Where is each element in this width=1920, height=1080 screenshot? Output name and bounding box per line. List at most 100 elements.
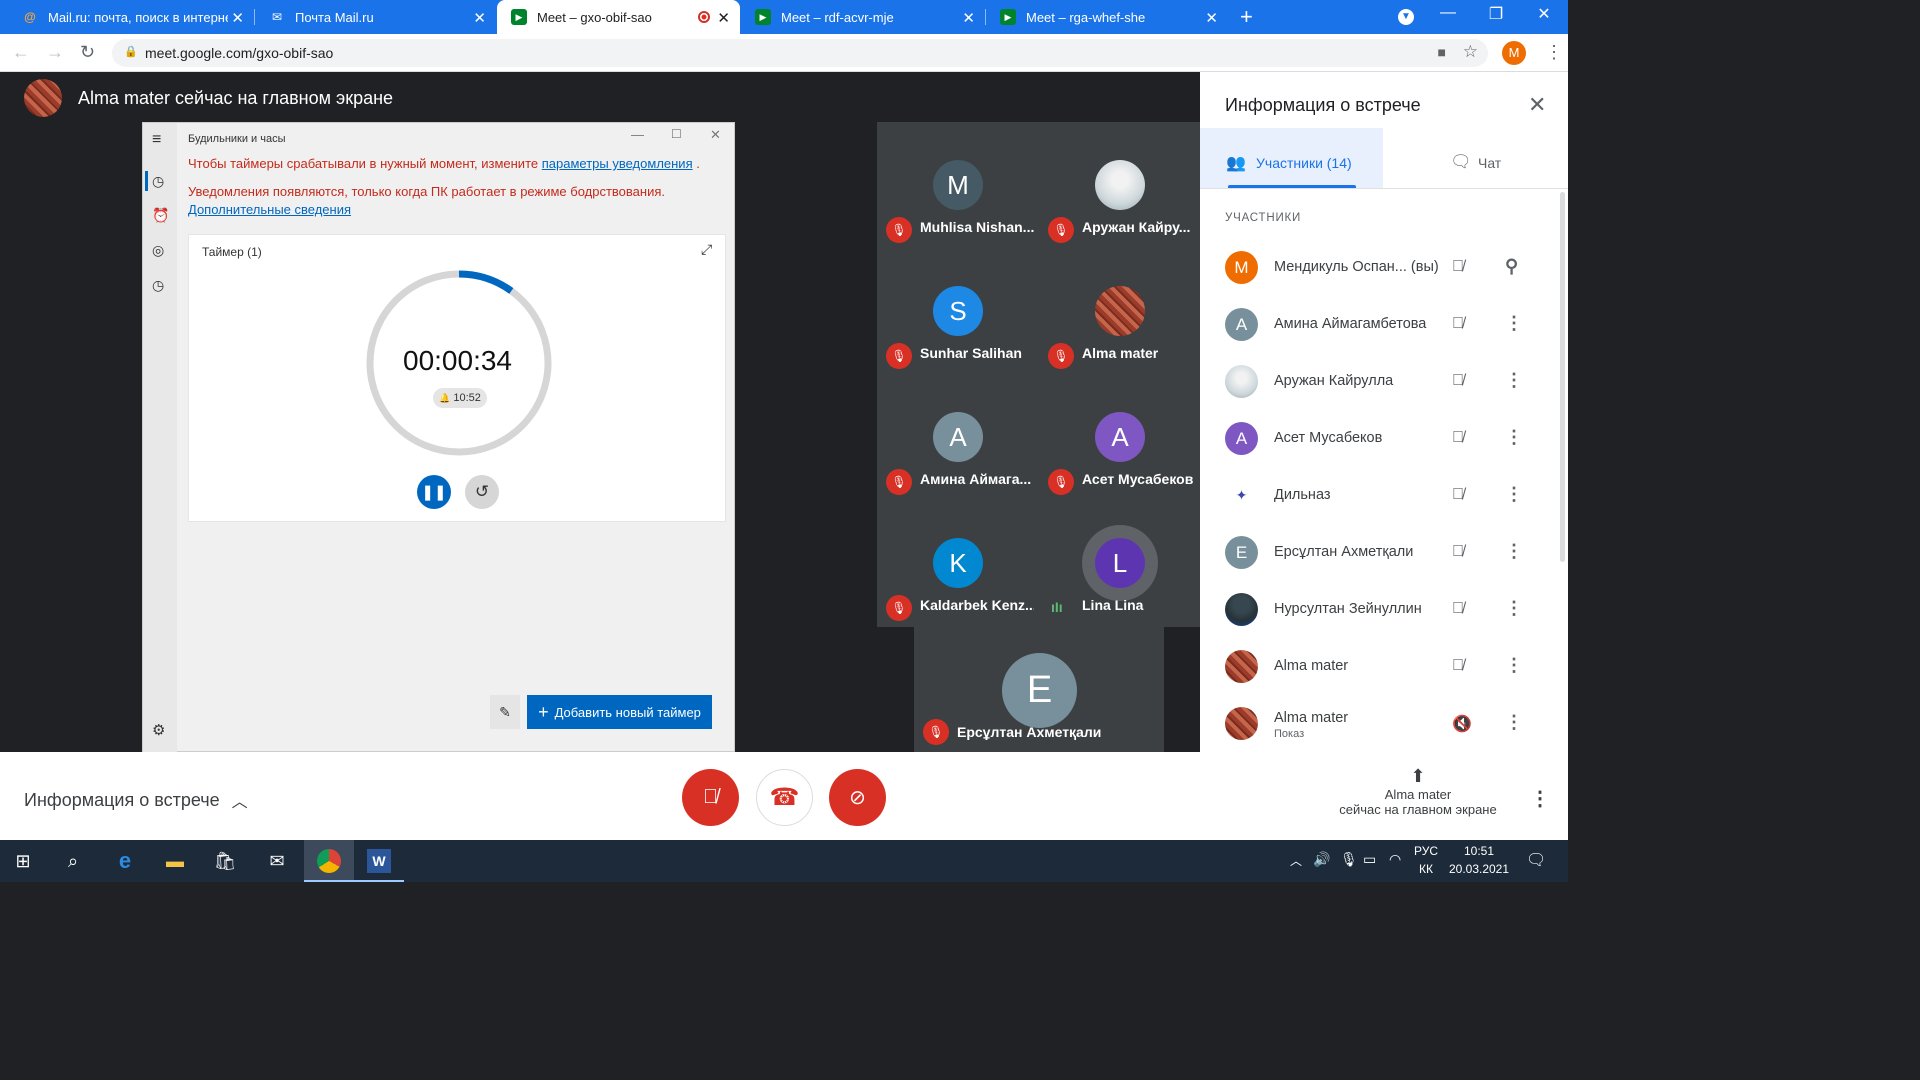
chrome-icon: [317, 849, 341, 873]
warning-line: Чтобы таймеры срабатывали в нужный момен…: [188, 156, 700, 171]
participant-row[interactable]: Аружан Кайрулла 🎙̸ ⋮: [1200, 354, 1568, 411]
close-icon[interactable]: ✕: [1205, 9, 1218, 27]
profile-avatar[interactable]: M: [1502, 41, 1526, 65]
maximize-button[interactable]: ❐: [1476, 4, 1516, 24]
more-options-icon[interactable]: ⋮: [1505, 655, 1523, 676]
participant-name: Sunhar Salihan: [920, 345, 1022, 361]
chevron-up-icon[interactable]: ︿: [1290, 852, 1302, 869]
participant-avatar: [1225, 365, 1258, 398]
camera-toggle-button[interactable]: ⊘: [829, 769, 886, 826]
close-icon[interactable]: ✕: [717, 9, 730, 27]
clock[interactable]: 10:51 20.03.2021: [1446, 844, 1512, 876]
participant-tile[interactable]: A 🎙 Асет Мусабеков: [1039, 374, 1199, 500]
meeting-details-panel: Информация о встрече ✕ 👥 Участники (14) …: [1200, 72, 1568, 752]
forward-button[interactable]: →: [46, 42, 64, 63]
language-indicator[interactable]: РУС КК: [1410, 844, 1442, 876]
word-taskbar-item[interactable]: W: [354, 840, 404, 882]
back-button[interactable]: ←: [12, 42, 30, 63]
participant-name: Alma mater: [1082, 345, 1159, 361]
tab-chat[interactable]: 🗨 Чат: [1383, 128, 1568, 188]
menu-dots-icon[interactable]: ⋮: [1545, 42, 1563, 63]
participant-row[interactable]: A Асет Мусабеков 🎙̸ ⋮: [1200, 411, 1568, 468]
more-options-icon[interactable]: ⋮: [1530, 786, 1550, 811]
participant-tile[interactable]: A 🎙 Амина Аймага...: [877, 374, 1037, 500]
more-options-icon[interactable]: ⋮: [1505, 712, 1523, 733]
close-window-button[interactable]: ✕: [1524, 4, 1564, 24]
timer-label: Таймер (1): [202, 245, 262, 259]
participant-row[interactable]: Alma mater Показ 🔇 ⋮: [1200, 696, 1568, 753]
mic-off-icon: 🎙: [1048, 217, 1074, 243]
panel-title: Информация о встрече: [1225, 95, 1421, 115]
leave-call-button[interactable]: ☎: [756, 769, 813, 826]
more-options-icon[interactable]: ⋮: [1505, 598, 1523, 619]
mail-icon[interactable]: ✉: [264, 848, 290, 874]
camera-icon[interactable]: ■: [1438, 44, 1446, 60]
tab-mail[interactable]: ✉ Почта Mail.ru ✕: [255, 0, 496, 34]
tab-mailru-search[interactable]: @ Mail.ru: почта, поиск в интерне ✕: [8, 0, 254, 34]
microphone-icon[interactable]: 🎙: [1340, 851, 1358, 868]
bookmark-star-icon[interactable]: ☆: [1463, 42, 1478, 62]
featured-participant-tile[interactable]: E 🎙 Ерсұлтан Ахметқали: [914, 627, 1164, 752]
participant-avatar: A: [1225, 422, 1258, 455]
wifi-icon[interactable]: ◠: [1389, 851, 1401, 868]
reload-button[interactable]: ↻: [80, 42, 95, 63]
minimize-button[interactable]: —: [1428, 4, 1468, 22]
file-explorer-icon[interactable]: ▬: [162, 848, 188, 874]
mic-off-icon: 🎙: [886, 217, 912, 243]
participant-avatar: M: [1225, 251, 1258, 284]
audio-level-icon: ıIı: [1051, 599, 1063, 615]
meeting-details-toggle[interactable]: Информация о встрече ︿: [24, 788, 248, 812]
search-icon[interactable]: ⌕: [60, 848, 86, 874]
timer-value: 00:00:34: [403, 345, 512, 376]
participant-row[interactable]: Нурсултан Зейнуллин 🎙̸ ⋮: [1200, 582, 1568, 639]
app-title: Будильники и часы: [188, 133, 286, 145]
more-options-icon[interactable]: ⋮: [1505, 313, 1523, 334]
participant-row[interactable]: Alma mater 🎙̸ ⋮: [1200, 639, 1568, 696]
tab-participants[interactable]: 👥 Участники (14): [1200, 128, 1383, 188]
address-bar[interactable]: 🔒 meet.google.com/gxo-obif-sao ■ ☆: [112, 39, 1488, 67]
tab-meet-2[interactable]: ▶ Meet – rdf-acvr-mje ✕: [741, 0, 985, 34]
mic-off-icon: 🎙̸: [1452, 429, 1464, 446]
close-icon[interactable]: ✕: [231, 9, 244, 27]
windows-start-icon[interactable]: ⊞: [10, 848, 36, 874]
world-clock-icon: ◎: [152, 242, 165, 258]
tab-meet-3[interactable]: ▶ Meet – rga-whef-she ✕: [986, 0, 1228, 34]
participant-row[interactable]: M Мендикуль Оспан... (вы) 🎙̸ ⚲: [1200, 240, 1568, 297]
participant-row[interactable]: A Амина Аймагамбетова 🎙̸ ⋮: [1200, 297, 1568, 354]
tab-search-icon[interactable]: ▼: [1398, 9, 1414, 25]
more-options-icon[interactable]: ⋮: [1505, 427, 1523, 448]
new-tab-button[interactable]: +: [1240, 4, 1253, 30]
edge-icon[interactable]: e: [112, 848, 138, 874]
participant-tile[interactable]: S 🎙 Sunhar Salihan: [877, 248, 1037, 374]
more-options-icon[interactable]: ⋮: [1505, 484, 1523, 505]
notifications-icon[interactable]: 🗨: [1526, 850, 1546, 870]
chrome-taskbar-item[interactable]: [304, 840, 354, 882]
participant-tile[interactable]: 🎙 Аружан Кайру...: [1039, 122, 1199, 248]
participant-tile[interactable]: K 🎙 Kaldarbek Kenz...: [877, 500, 1037, 626]
battery-icon[interactable]: ▭: [1363, 851, 1376, 868]
close-icon[interactable]: ✕: [1528, 92, 1546, 118]
hang-up-icon: ☎: [769, 784, 800, 811]
participant-row[interactable]: E Ерсұлтан Ахметқали 🎙̸ ⋮: [1200, 525, 1568, 582]
participant-tile[interactable]: M 🎙 Muhlisa Nishan...: [877, 122, 1037, 248]
participant-tile[interactable]: L ıIı Lina Lina: [1039, 500, 1199, 626]
present-now-button[interactable]: ⬆ Alma mater сейчас на главном экране: [1330, 766, 1506, 817]
participant-name: Ерсұлтан Ахметқали: [1274, 544, 1414, 560]
close-icon[interactable]: ✕: [473, 9, 486, 27]
close-icon[interactable]: ✕: [962, 9, 975, 27]
more-options-icon[interactable]: ⋮: [1505, 370, 1523, 391]
pin-icon[interactable]: ⚲: [1505, 256, 1518, 277]
tab-title: Meet – gxo-obif-sao: [537, 9, 652, 25]
more-options-icon[interactable]: ⋮: [1505, 541, 1523, 562]
timer-icon: ◷: [152, 173, 165, 189]
store-icon[interactable]: 🛍: [212, 848, 238, 874]
participant-row[interactable]: ✦ Дильназ 🎙̸ ⋮: [1200, 468, 1568, 525]
participant-tile[interactable]: 🎙 Alma mater: [1039, 248, 1199, 374]
tab-title: Meet – rga-whef-she: [1026, 9, 1146, 25]
mic-toggle-button[interactable]: 🎙̸: [682, 769, 739, 826]
tab-meet-active[interactable]: ▶ Meet – gxo-obif-sao ✕: [497, 0, 740, 34]
stopwatch-icon: ◷: [152, 277, 165, 293]
presenter-avatar: [24, 79, 62, 117]
speaker-icon[interactable]: 🔊: [1313, 851, 1330, 868]
participant-name: Дильназ: [1274, 487, 1331, 503]
